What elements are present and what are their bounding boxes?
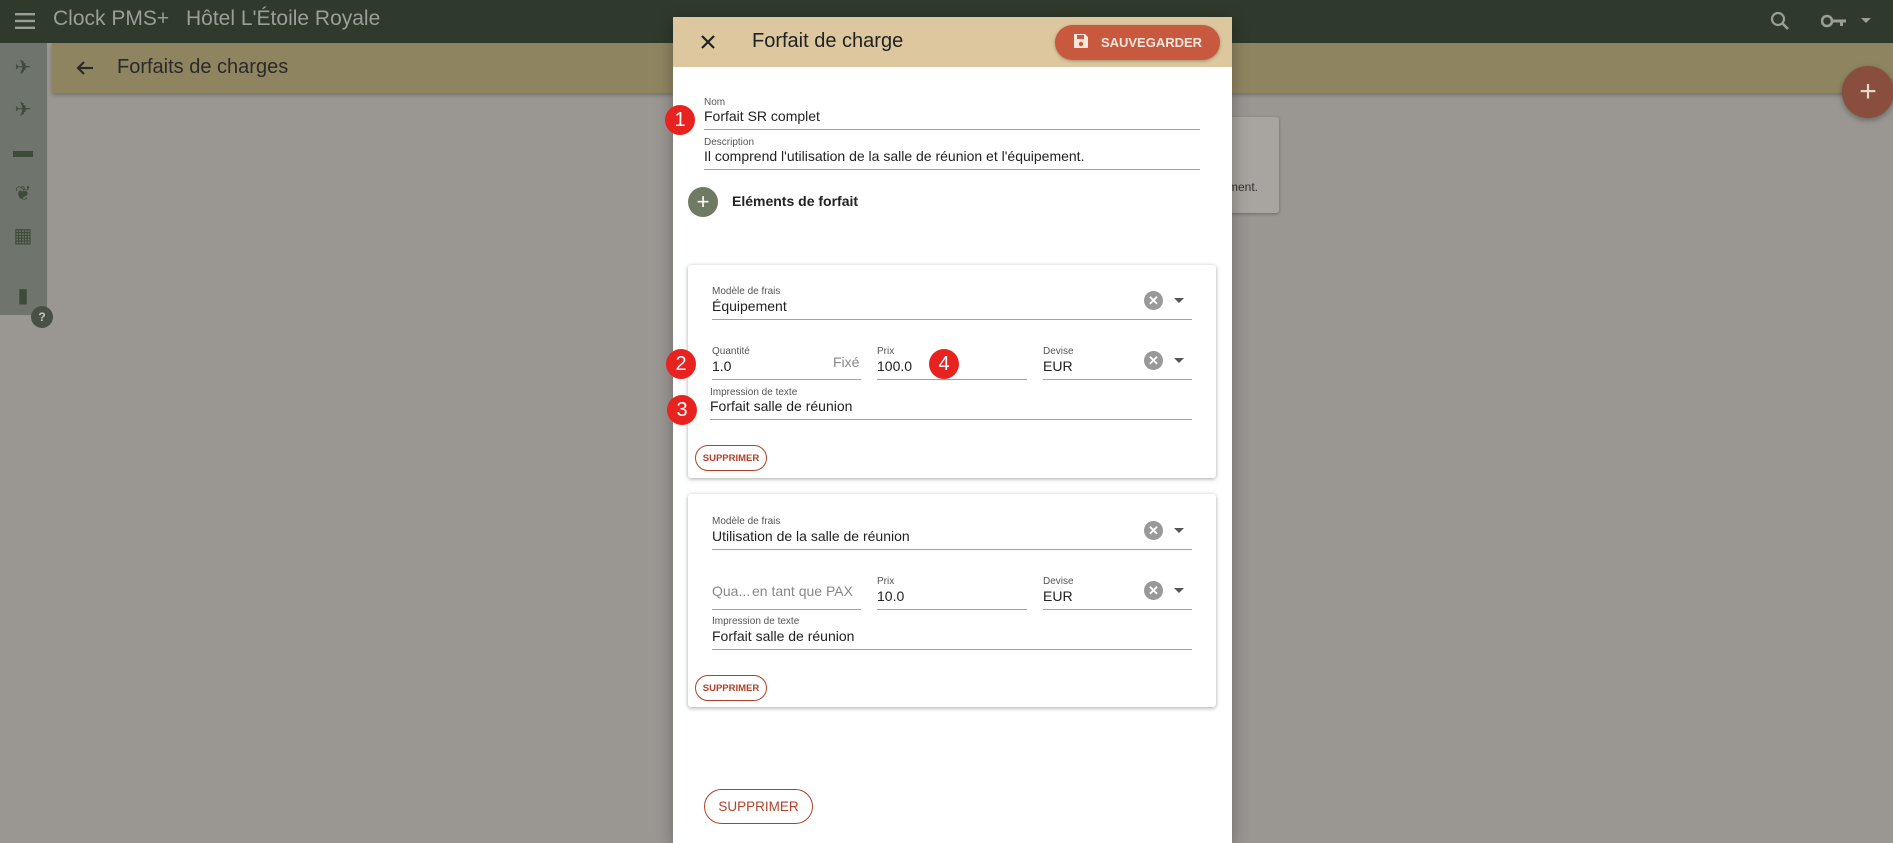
dropdown-arrow-icon[interactable] xyxy=(1172,523,1186,537)
print-text-label: Impression de texte xyxy=(710,387,798,398)
charge-model-label: Modèle de frais xyxy=(712,286,781,297)
delete-item-button[interactable]: SUPPRIMER xyxy=(695,445,767,471)
add-button[interactable]: + xyxy=(1842,66,1893,118)
delete-package-button[interactable]: SUPPRIMER xyxy=(704,789,813,824)
page-title: Forfaits de charges xyxy=(117,56,289,78)
save-button-label: SAUVEGARDER xyxy=(1100,35,1203,50)
currency-label: Devise xyxy=(1043,576,1074,587)
flight-land-icon[interactable]: ✈ xyxy=(8,52,38,82)
price-underline xyxy=(877,379,1027,380)
currency-underline xyxy=(1043,379,1192,380)
background-card-text: ment. xyxy=(1228,180,1259,194)
left-sidebar: ✈ ✈ ▬ ❦ ▦ ▮ xyxy=(0,43,47,315)
quantity-suffix: en tant que PAX xyxy=(752,583,853,599)
bed-icon[interactable]: ▬ xyxy=(8,136,38,166)
annotation-badge: 4 xyxy=(929,349,959,379)
clear-icon[interactable]: ✕ xyxy=(1144,581,1163,600)
print-text-underline xyxy=(712,649,1192,650)
name-input[interactable]: Forfait SR complet xyxy=(704,108,820,124)
print-text-label: Impression de texte xyxy=(712,616,800,627)
charge-model-underline xyxy=(712,549,1192,550)
app-title: Clock PMS+ xyxy=(53,7,170,30)
clear-icon[interactable]: ✕ xyxy=(1144,351,1163,370)
delete-item-button[interactable]: SUPPRIMER xyxy=(695,675,767,701)
leaf-icon[interactable]: ❦ xyxy=(8,178,38,208)
clear-icon[interactable]: ✕ xyxy=(1144,521,1163,540)
calendar-icon[interactable]: ▦ xyxy=(8,220,38,250)
key-icon[interactable] xyxy=(1818,7,1850,35)
dropdown-icon[interactable] xyxy=(1858,12,1874,28)
charge-model-underline xyxy=(712,319,1192,320)
name-label: Nom xyxy=(704,97,726,108)
price-input[interactable]: 10.0 xyxy=(877,588,904,604)
charge-model-label: Modèle de frais xyxy=(712,516,781,527)
charge-model-select[interactable]: Utilisation de la salle de réunion xyxy=(712,528,910,544)
dropdown-arrow-icon[interactable] xyxy=(1172,353,1186,367)
hotel-name[interactable]: Hôtel L'Étoile Royale xyxy=(186,7,380,31)
flight-takeoff-icon[interactable]: ✈ xyxy=(8,94,38,124)
quantity-input[interactable]: 1.0 xyxy=(712,358,731,374)
price-label: Prix xyxy=(877,346,895,357)
search-icon[interactable] xyxy=(1766,7,1794,35)
book-icon[interactable]: ▮ xyxy=(8,280,38,310)
save-button[interactable]: SAUVEGARDER xyxy=(1055,25,1220,60)
quantity-underline xyxy=(712,609,861,610)
quantity-input[interactable]: Qua... xyxy=(712,583,750,599)
price-underline xyxy=(877,609,1027,610)
help-icon[interactable]: ? xyxy=(31,306,53,328)
name-underline xyxy=(704,129,1200,130)
currency-select[interactable]: EUR xyxy=(1043,588,1073,604)
description-underline xyxy=(704,169,1200,170)
price-input[interactable]: 100.0 xyxy=(877,358,912,374)
dialog-title: Forfait de charge xyxy=(752,30,904,52)
save-icon xyxy=(1073,33,1089,52)
quantity-suffix: Fixé xyxy=(833,354,860,370)
annotation-badge: 3 xyxy=(667,395,697,425)
add-element-button[interactable]: + xyxy=(688,187,718,217)
back-arrow-icon[interactable] xyxy=(72,55,98,81)
price-label: Prix xyxy=(877,576,895,587)
print-text-underline xyxy=(710,419,1192,420)
menu-icon[interactable] xyxy=(12,8,38,34)
currency-label: Devise xyxy=(1043,346,1074,357)
dropdown-arrow-icon[interactable] xyxy=(1172,583,1186,597)
clear-icon[interactable]: ✕ xyxy=(1144,291,1163,310)
print-text-input[interactable]: Forfait salle de réunion xyxy=(712,628,854,644)
dropdown-arrow-icon[interactable] xyxy=(1172,293,1186,307)
currency-underline xyxy=(1043,609,1192,610)
annotation-badge: 1 xyxy=(665,105,695,135)
annotation-badge: 2 xyxy=(666,349,696,379)
description-input[interactable]: Il comprend l'utilisation de la salle de… xyxy=(704,148,1084,164)
description-label: Description xyxy=(704,137,755,148)
package-elements-heading: Eléments de forfait xyxy=(732,193,859,209)
charge-model-select[interactable]: Équipement xyxy=(712,298,787,314)
quantity-label: Quantité xyxy=(712,346,750,357)
quantity-underline xyxy=(712,379,861,380)
currency-select[interactable]: EUR xyxy=(1043,358,1073,374)
print-text-input[interactable]: Forfait salle de réunion xyxy=(710,398,852,414)
close-icon[interactable] xyxy=(695,29,721,55)
